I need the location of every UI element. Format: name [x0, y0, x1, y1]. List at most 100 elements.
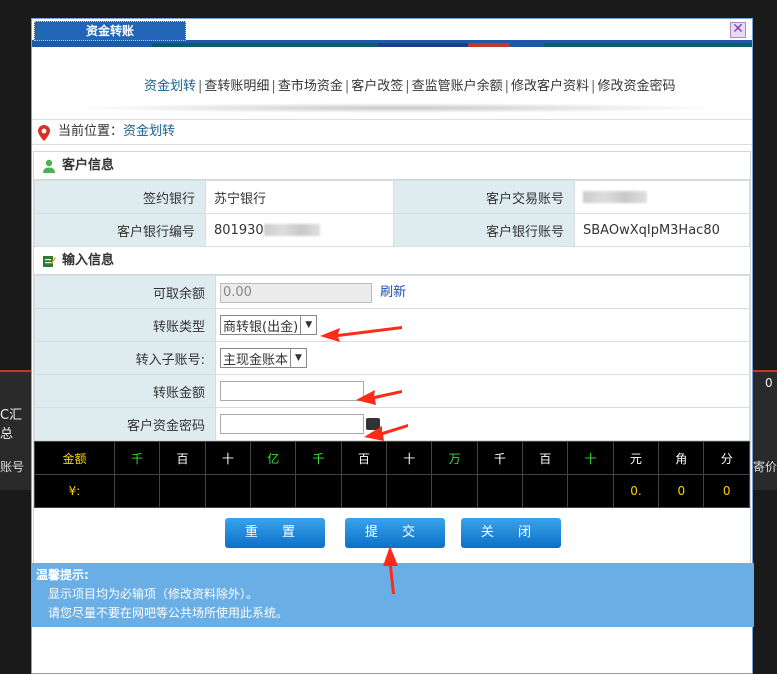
- sub-account-select[interactable]: 主现金账本 ▼: [220, 348, 308, 368]
- background-text: C汇总: [0, 408, 23, 442]
- bank-code-label: 客户银行编号: [34, 213, 206, 247]
- grid-header-cell: 十: [204, 441, 252, 475]
- input-form-table: 可取余额 0.00 刷新 转账类型 商转银(出金) ▼ 转入子账号: 主现金账本 ▼: [34, 275, 750, 441]
- tips-line: 请您尽量不要在网吧等公共场所使用此系统。: [48, 606, 289, 620]
- bank-account-value: SBAOwXqIpM3Hac80: [574, 213, 750, 247]
- menu-item-supervision-balance[interactable]: 查监管账户余额: [412, 79, 503, 94]
- menu-item-fund-transfer[interactable]: 资金划转: [144, 79, 196, 94]
- user-icon: [43, 159, 55, 173]
- chevron-down-icon: ▼: [290, 349, 306, 367]
- menu-item-transfer-details[interactable]: 查转账明细: [204, 79, 269, 94]
- amount-grid-header: 金额 千 百 十 亿 千 百 十 万 千 百 十 元 角 分: [34, 441, 750, 475]
- amount-digit-grid: 金额 千 百 十 亿 千 百 十 万 千 百 十 元 角 分 ¥: 0. 0 0: [34, 441, 750, 508]
- form-container: 客户信息 签约银行 苏宁银行 客户交易账号 客户银行编号 801930 客户银行…: [33, 151, 751, 567]
- nav-menu-area: 资金划转 | 查转账明细 | 查市场资金 | 客户改签 | 查监管账户余额 | 修改客户资料 | 修改资…: [32, 47, 752, 119]
- input-info-heading: 输入信息: [34, 247, 750, 275]
- grid-value-cell: [204, 474, 252, 508]
- amount-grid-values: ¥: 0. 0 0: [34, 474, 750, 508]
- background-text: 0: [765, 376, 773, 390]
- transfer-type-label: 转账类型: [34, 308, 216, 342]
- background-stripe: [753, 370, 777, 372]
- fund-password-cell: [215, 407, 750, 441]
- grid-value-cell: [159, 474, 206, 508]
- grid-value-cell: [295, 474, 342, 508]
- edit-form-icon: [43, 255, 56, 267]
- menu-item-market-funds[interactable]: 查市场资金: [278, 79, 343, 94]
- submit-button[interactable]: 提 交: [345, 518, 445, 548]
- grid-header-cell: 千: [476, 441, 524, 475]
- grid-value-cell: [476, 474, 524, 508]
- sub-account-cell: 主现金账本 ▼: [215, 341, 750, 375]
- redacted-value: [263, 224, 320, 236]
- close-icon[interactable]: ✕: [730, 22, 746, 38]
- menu-item-customer-resign[interactable]: 客户改签: [351, 79, 403, 94]
- fund-password-input[interactable]: [220, 414, 364, 434]
- grid-value-cell: [567, 474, 614, 508]
- grid-value-cell: 0: [703, 474, 750, 508]
- grid-header-cell: 角: [658, 441, 705, 475]
- tips-title: 温馨提示:: [36, 568, 89, 582]
- tips-line: 显示项目均为必输项（修改资料除外）。: [48, 587, 259, 601]
- background-panel-left: C汇总 账号: [0, 370, 32, 490]
- trade-account-value: [574, 180, 750, 214]
- trade-account-label: 客户交易账号: [393, 180, 575, 214]
- keyboard-icon[interactable]: [366, 418, 380, 430]
- grid-header-cell: 百: [340, 441, 388, 475]
- grid-header-cell: 金额: [34, 441, 115, 475]
- grid-header-cell: 分: [703, 441, 750, 475]
- breadcrumb-prefix: 当前位置：: [58, 124, 124, 139]
- fund-transfer-dialog: 资金转账 ✕ 资金划转 | 查转账明细 | 查市场资金 | 客户改签 | 查监管账户余额 | 修改客…: [31, 18, 754, 674]
- menu-item-change-password[interactable]: 修改资金密码: [597, 79, 675, 94]
- transfer-amount-label: 转账金额: [34, 374, 216, 408]
- refresh-link[interactable]: 刷新: [380, 285, 406, 300]
- grid-header-cell: 千: [113, 441, 161, 475]
- breadcrumb-current[interactable]: 资金划转: [123, 124, 175, 139]
- transfer-type-select[interactable]: 商转银(出金) ▼: [220, 315, 318, 335]
- dialog-title: 资金转账: [34, 21, 186, 41]
- transfer-type-cell: 商转银(出金) ▼: [215, 308, 750, 342]
- grid-header-cell: 十: [386, 441, 433, 475]
- grid-value-cell: [113, 474, 161, 508]
- grid-value-cell: ¥:: [34, 474, 115, 508]
- background-text: 寄价: [753, 460, 777, 474]
- chevron-down-icon: ▼: [300, 316, 316, 334]
- dialog-titlebar[interactable]: 资金转账 ✕: [32, 19, 752, 43]
- grid-header-cell: 百: [522, 441, 569, 475]
- grid-header-cell: 元: [612, 441, 660, 475]
- customer-info-table: 签约银行 苏宁银行 客户交易账号 客户银行编号 801930 客户银行账号 SB…: [34, 180, 750, 247]
- background-panel-right: 0 寄价: [753, 370, 777, 490]
- customer-info-heading: 客户信息: [34, 152, 750, 180]
- nav-menu: 资金划转 | 查转账明细 | 查市场资金 | 客户改签 | 查监管账户余额 | 修改客户资料 | 修改资…: [144, 79, 676, 94]
- available-balance-label: 可取余额: [34, 275, 216, 309]
- signing-bank-label: 签约银行: [34, 180, 206, 214]
- close-button[interactable]: 关 闭: [461, 518, 561, 548]
- breadcrumb: 当前位置：资金划转: [32, 119, 752, 145]
- menu-divider-shadow: [72, 103, 722, 113]
- grid-value-cell: [340, 474, 388, 508]
- grid-header-cell: 亿: [250, 441, 297, 475]
- grid-value-cell: [522, 474, 569, 508]
- bank-code-value: 801930: [205, 213, 394, 247]
- grid-header-cell: 百: [159, 441, 206, 475]
- grid-value-cell: 0.: [612, 474, 660, 508]
- grid-header-cell: 千: [295, 441, 342, 475]
- action-buttons: 重 置 提 交 关 闭: [34, 508, 750, 566]
- background-text: 账号: [0, 460, 25, 474]
- menu-item-edit-profile[interactable]: 修改客户资料: [511, 79, 589, 94]
- available-balance-cell: 0.00 刷新: [215, 275, 750, 309]
- fund-password-label: 客户资金密码: [34, 407, 216, 441]
- grid-value-cell: [250, 474, 297, 508]
- bank-account-label: 客户银行账号: [393, 213, 575, 247]
- grid-value-cell: 0: [658, 474, 705, 508]
- background-stripe: [0, 370, 32, 372]
- tips-panel: 温馨提示: 显示项目均为必输项（修改资料除外）。 请您尽量不要在网吧等公共场所使…: [32, 563, 754, 627]
- reset-button[interactable]: 重 置: [225, 518, 325, 548]
- redacted-value: [583, 191, 647, 203]
- location-pin-icon: [38, 125, 50, 141]
- grid-header-cell: 万: [431, 441, 478, 475]
- transfer-amount-input[interactable]: [220, 381, 364, 401]
- grid-header-cell: 十: [567, 441, 614, 475]
- available-balance-field: 0.00: [220, 282, 372, 303]
- grid-value-cell: [431, 474, 478, 508]
- grid-value-cell: [386, 474, 433, 508]
